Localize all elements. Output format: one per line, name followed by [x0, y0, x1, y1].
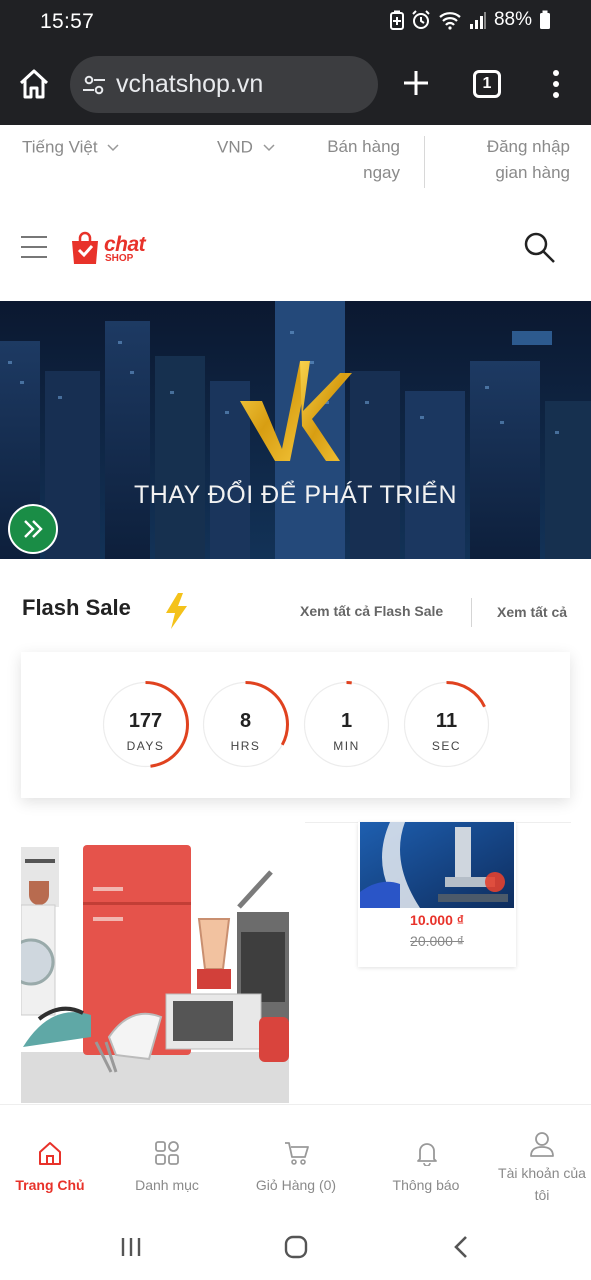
system-navigation: [0, 1214, 591, 1280]
shopping-bag-logo-icon: [72, 231, 98, 264]
product-old-price: 20.000 ₫: [410, 933, 464, 949]
double-chevron-right-icon: [24, 520, 43, 538]
battery-saver-icon: [389, 10, 404, 30]
nav-cart-label: Giỏ Hàng (0): [255, 1177, 337, 1193]
signal-icon: [469, 12, 486, 29]
hero-banner[interactable]: THAY ĐỔI ĐỂ PHÁT TRIỂN: [0, 301, 591, 559]
alarm-icon: [412, 10, 430, 29]
nav-notifications-label: Thông báo: [392, 1177, 460, 1193]
language-value: Tiếng Việt: [22, 137, 98, 157]
nav-notifications[interactable]: Thông báo: [376, 1105, 476, 1215]
countdown-minutes-label: MIN: [333, 739, 360, 753]
plus-icon[interactable]: [400, 67, 432, 99]
store-login-link[interactable]: Đăng nhập gian hàng: [450, 134, 570, 186]
cart-icon: [285, 1142, 309, 1165]
back-icon[interactable]: [452, 1235, 470, 1259]
search-icon[interactable]: [522, 230, 556, 264]
bolt-icon: [166, 593, 187, 629]
language-select[interactable]: Tiếng Việt: [22, 134, 119, 161]
chevron-down-icon: [107, 143, 119, 151]
logo-subtext: SHOP: [105, 253, 134, 264]
expand-fab[interactable]: [8, 504, 58, 554]
divider: [471, 598, 472, 627]
home-appliances-illustration: [21, 845, 289, 1103]
home-icon[interactable]: [16, 66, 52, 102]
nav-account-label: Tài khoản của tôi: [498, 1165, 586, 1203]
more-vert-icon[interactable]: [545, 68, 567, 100]
countdown-days: 177 DAYS: [101, 680, 190, 769]
nav-home[interactable]: Trang Chủ: [0, 1105, 100, 1215]
countdown-days-value: 177: [128, 710, 163, 732]
url-text[interactable]: vchatshop.vn: [116, 70, 263, 99]
countdown-seconds-value: 11: [435, 710, 458, 732]
tune-icon[interactable]: [81, 72, 107, 98]
user-icon: [530, 1132, 554, 1157]
see-all-flash-sale-link[interactable]: Xem tất cả Flash Sale: [300, 603, 443, 619]
city-skyline-image: [0, 301, 591, 559]
chevron-down-icon: [263, 143, 275, 151]
countdown-seconds: 11 SEC: [402, 680, 491, 769]
countdown-hours: 8 HRS: [201, 680, 290, 769]
countdown-days-label: DAYS: [126, 739, 165, 753]
flash-sale-title: Flash Sale: [22, 595, 131, 620]
nav-cart[interactable]: Giỏ Hàng (0): [246, 1105, 346, 1215]
status-bar: 15:57 88%: [0, 0, 591, 44]
currency-select[interactable]: VND: [217, 134, 275, 161]
countdown-seconds-label: SEC: [431, 739, 462, 753]
status-icons: 88%: [389, 9, 551, 31]
appliances-promo-image[interactable]: [21, 837, 289, 1103]
sell-now-link[interactable]: Bán hàng ngay: [300, 134, 400, 186]
countdown-hours-value: 8: [239, 710, 252, 732]
tabs-icon[interactable]: 1: [473, 70, 501, 98]
status-time: 15:57: [40, 10, 95, 33]
microscope-lab-image: [360, 822, 514, 908]
countdown-hours-label: HRS: [230, 739, 261, 753]
bell-icon: [417, 1143, 437, 1166]
product-card[interactable]: 10.000 ₫ 20.000 ₫: [358, 822, 516, 967]
banner-caption: THAY ĐỔI ĐỂ PHÁT TRIỂN: [133, 481, 458, 509]
see-all-link[interactable]: Xem tất cả: [497, 604, 567, 620]
battery-icon: [540, 10, 550, 29]
countdown-minutes-value: 1: [340, 710, 353, 732]
bottom-navigation: Trang Chủ Danh mục Giỏ Hàng (0) Thông bá…: [0, 1104, 591, 1214]
nav-categories-label: Danh mục: [135, 1177, 199, 1193]
product-image: [360, 822, 514, 908]
currency-value: VND: [217, 137, 253, 157]
grid-icon: [155, 1141, 179, 1165]
nav-categories[interactable]: Danh mục: [117, 1105, 217, 1215]
battery-percent: 88%: [493, 9, 532, 30]
hamburger-icon[interactable]: [21, 236, 47, 262]
wifi-icon: [439, 12, 461, 30]
countdown-minutes: 1 MIN: [302, 680, 391, 769]
product-price: 10.000 ₫: [410, 912, 464, 928]
flash-sale-countdown: 177 DAYS 8 HRS 1 MIN 11 SEC: [21, 652, 570, 798]
nav-account[interactable]: Tài khoản của tôi: [492, 1105, 591, 1215]
home-button-icon[interactable]: [284, 1235, 308, 1259]
nav-home-label: Trang Chủ: [15, 1177, 85, 1193]
divider: [424, 136, 425, 188]
address-bar[interactable]: vchatshop.vn: [70, 56, 378, 113]
recent-apps-icon[interactable]: [120, 1236, 142, 1258]
site-logo[interactable]: chat SHOP: [70, 231, 150, 269]
browser-toolbar: vchatshop.vn 1: [0, 44, 591, 125]
home-icon: [39, 1142, 61, 1165]
